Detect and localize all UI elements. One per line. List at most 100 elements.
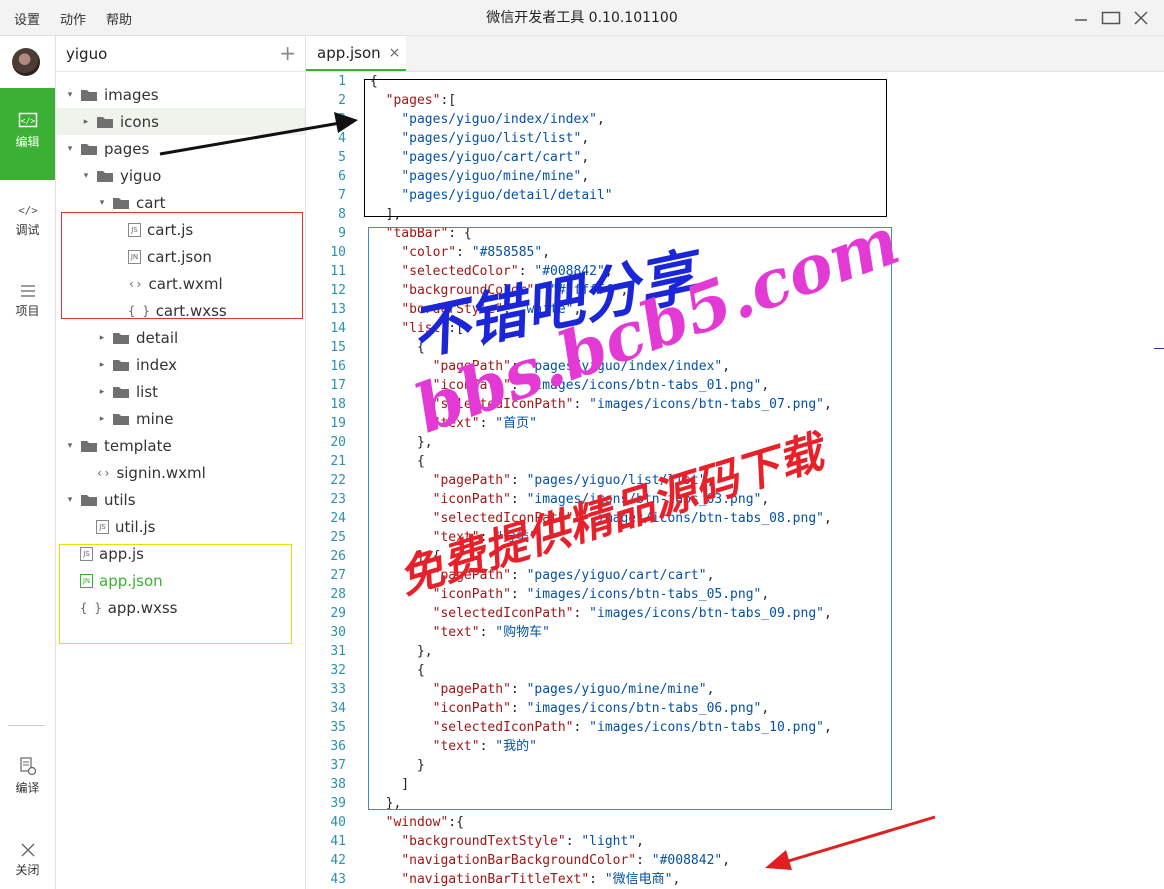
- tree-item[interactable]: JS util.js: [56, 513, 305, 540]
- tree-item-label: detail: [136, 328, 179, 347]
- tree-item[interactable]: ▾ template: [56, 432, 305, 459]
- code-line: 36 "text": "我的": [306, 737, 1164, 756]
- maximize-button[interactable]: [1096, 0, 1126, 36]
- avatar[interactable]: [12, 48, 40, 76]
- code-text: "text": "首页": [432, 416, 537, 431]
- tree-item[interactable]: ‹› signin.wxml: [56, 459, 305, 486]
- line-number: 41: [330, 834, 346, 849]
- menu-bar: 设置 动作 帮助: [14, 0, 152, 36]
- leftbar-close[interactable]: 关闭: [0, 842, 55, 878]
- tree-item[interactable]: { } cart.wxss: [56, 297, 305, 324]
- code-line: 7 "pages/yiguo/detail/detail": [306, 186, 1164, 205]
- maximize-icon: [1101, 11, 1121, 25]
- line-number: 2: [338, 93, 346, 108]
- tree-item[interactable]: { } app.wxss: [56, 594, 305, 621]
- tree-item-label: signin.wxml: [116, 463, 206, 482]
- tree-item[interactable]: ▾ images: [56, 81, 305, 108]
- caret-right-icon[interactable]: ▸: [80, 117, 92, 127]
- caret-right-icon[interactable]: ▸: [96, 414, 108, 424]
- code-text: "text": "我的": [432, 739, 537, 754]
- project-header: yiguo +: [56, 36, 306, 72]
- line-number: 6: [338, 169, 346, 184]
- caret-down-icon[interactable]: ▾: [64, 90, 76, 100]
- line-number: 37: [330, 758, 346, 773]
- tab-close-button[interactable]: ×: [389, 45, 401, 61]
- line-number: 22: [330, 473, 346, 488]
- menu-help[interactable]: 帮助: [106, 9, 132, 28]
- folder-icon: [113, 197, 129, 209]
- line-number: 38: [330, 777, 346, 792]
- line-number: 16: [330, 359, 346, 374]
- tree-item[interactable]: ‹› cart.wxml: [56, 270, 305, 297]
- tree-item[interactable]: ▾ yiguo: [56, 162, 305, 189]
- caret-down-icon[interactable]: ▾: [64, 144, 76, 154]
- tree-item-label: yiguo: [120, 166, 162, 185]
- tree-item[interactable]: ▸ icons: [56, 108, 305, 135]
- line-number: 27: [330, 568, 346, 583]
- line-number: 35: [330, 720, 346, 735]
- tree-item[interactable]: ▸ index: [56, 351, 305, 378]
- code-text: ],: [370, 207, 402, 222]
- line-number: 18: [330, 397, 346, 412]
- tree-item[interactable]: ▾ cart: [56, 189, 305, 216]
- menu-actions[interactable]: 动作: [60, 9, 86, 28]
- menu-settings[interactable]: 设置: [14, 9, 40, 28]
- folder-icon: [81, 440, 97, 452]
- line-number: 9: [338, 226, 346, 241]
- tree-item[interactable]: JS app.js: [56, 540, 305, 567]
- tree-item[interactable]: JN cart.json: [56, 243, 305, 270]
- tree-item[interactable]: JN app.json: [56, 567, 305, 594]
- code-line: 28 "iconPath": "images/icons/btn-tabs_05…: [306, 585, 1164, 604]
- caret-down-icon[interactable]: ▾: [64, 441, 76, 451]
- line-number: 40: [330, 815, 346, 830]
- tree-item[interactable]: ▾ utils: [56, 486, 305, 513]
- leftbar-project[interactable]: 项目: [0, 283, 55, 319]
- tree-item[interactable]: ▸ mine: [56, 405, 305, 432]
- window-controls: [1066, 0, 1156, 36]
- left-activity-bar: </> 编辑 </> 调试 项目 编译 关闭: [0, 36, 56, 889]
- tree-item[interactable]: JS cart.js: [56, 216, 305, 243]
- line-number: 7: [338, 188, 346, 203]
- leftbar-compile[interactable]: 编译: [0, 756, 55, 796]
- tree-item-label: icons: [120, 112, 159, 131]
- code-text: "text": "分类": [432, 530, 537, 545]
- tree-item[interactable]: ▸ list: [56, 378, 305, 405]
- caret-right-icon[interactable]: ▸: [96, 333, 108, 343]
- code-text: "pages/yiguo/detail/detail": [401, 188, 613, 203]
- tree-item[interactable]: ▾ pages: [56, 135, 305, 162]
- code-text: "pagePath": "pages/yiguo/cart/cart",: [432, 568, 715, 583]
- folder-icon: [113, 413, 129, 425]
- code-line: 29 "selectedIconPath": "images/icons/btn…: [306, 604, 1164, 623]
- code-text: "pagePath": "pages/yiguo/index/index",: [432, 359, 731, 374]
- code-text: "borderStyle": "white",: [401, 302, 582, 317]
- editor-tab-bar: app.json ×: [306, 36, 1164, 72]
- line-number: 24: [330, 511, 346, 526]
- code-text: "selectedIconPath": "images/icons/btn-ta…: [432, 511, 832, 526]
- minimize-button[interactable]: [1066, 0, 1096, 36]
- caret-down-icon[interactable]: ▾: [80, 171, 92, 181]
- code-line: 19 "text": "首页": [306, 414, 1164, 433]
- code-text: "color": "#858585",: [401, 245, 551, 260]
- tree-item-label: app.json: [99, 571, 163, 590]
- caret-right-icon[interactable]: ▸: [96, 387, 108, 397]
- caret-down-icon[interactable]: ▾: [96, 198, 108, 208]
- close-icon: [21, 843, 34, 857]
- code-line: 6 "pages/yiguo/mine/mine",: [306, 167, 1164, 186]
- leftbar-debug[interactable]: </> 调试: [0, 202, 55, 238]
- code-editor[interactable]: 1{2 "pages":[3 "pages/yiguo/index/index"…: [306, 72, 1164, 889]
- line-number: 34: [330, 701, 346, 716]
- caret-right-icon[interactable]: ▸: [96, 360, 108, 370]
- close-icon: [1134, 11, 1148, 25]
- caret-down-icon[interactable]: ▾: [64, 495, 76, 505]
- code-line: 34 "iconPath": "images/icons/btn-tabs_06…: [306, 699, 1164, 718]
- close-window-button[interactable]: [1126, 0, 1156, 36]
- leftbar-edit[interactable]: </> 编辑: [0, 88, 55, 180]
- line-number: 32: [330, 663, 346, 678]
- add-file-button[interactable]: +: [279, 42, 296, 64]
- code-text: "selectedIconPath": "images/icons/btn-ta…: [432, 606, 832, 621]
- code-text: },{: [370, 549, 441, 564]
- js-file-icon: JS: [96, 519, 109, 534]
- tree-item[interactable]: ▸ detail: [56, 324, 305, 351]
- tab-app-json[interactable]: app.json ×: [306, 36, 406, 71]
- code-line: 18 "selectedIconPath": "images/icons/btn…: [306, 395, 1164, 414]
